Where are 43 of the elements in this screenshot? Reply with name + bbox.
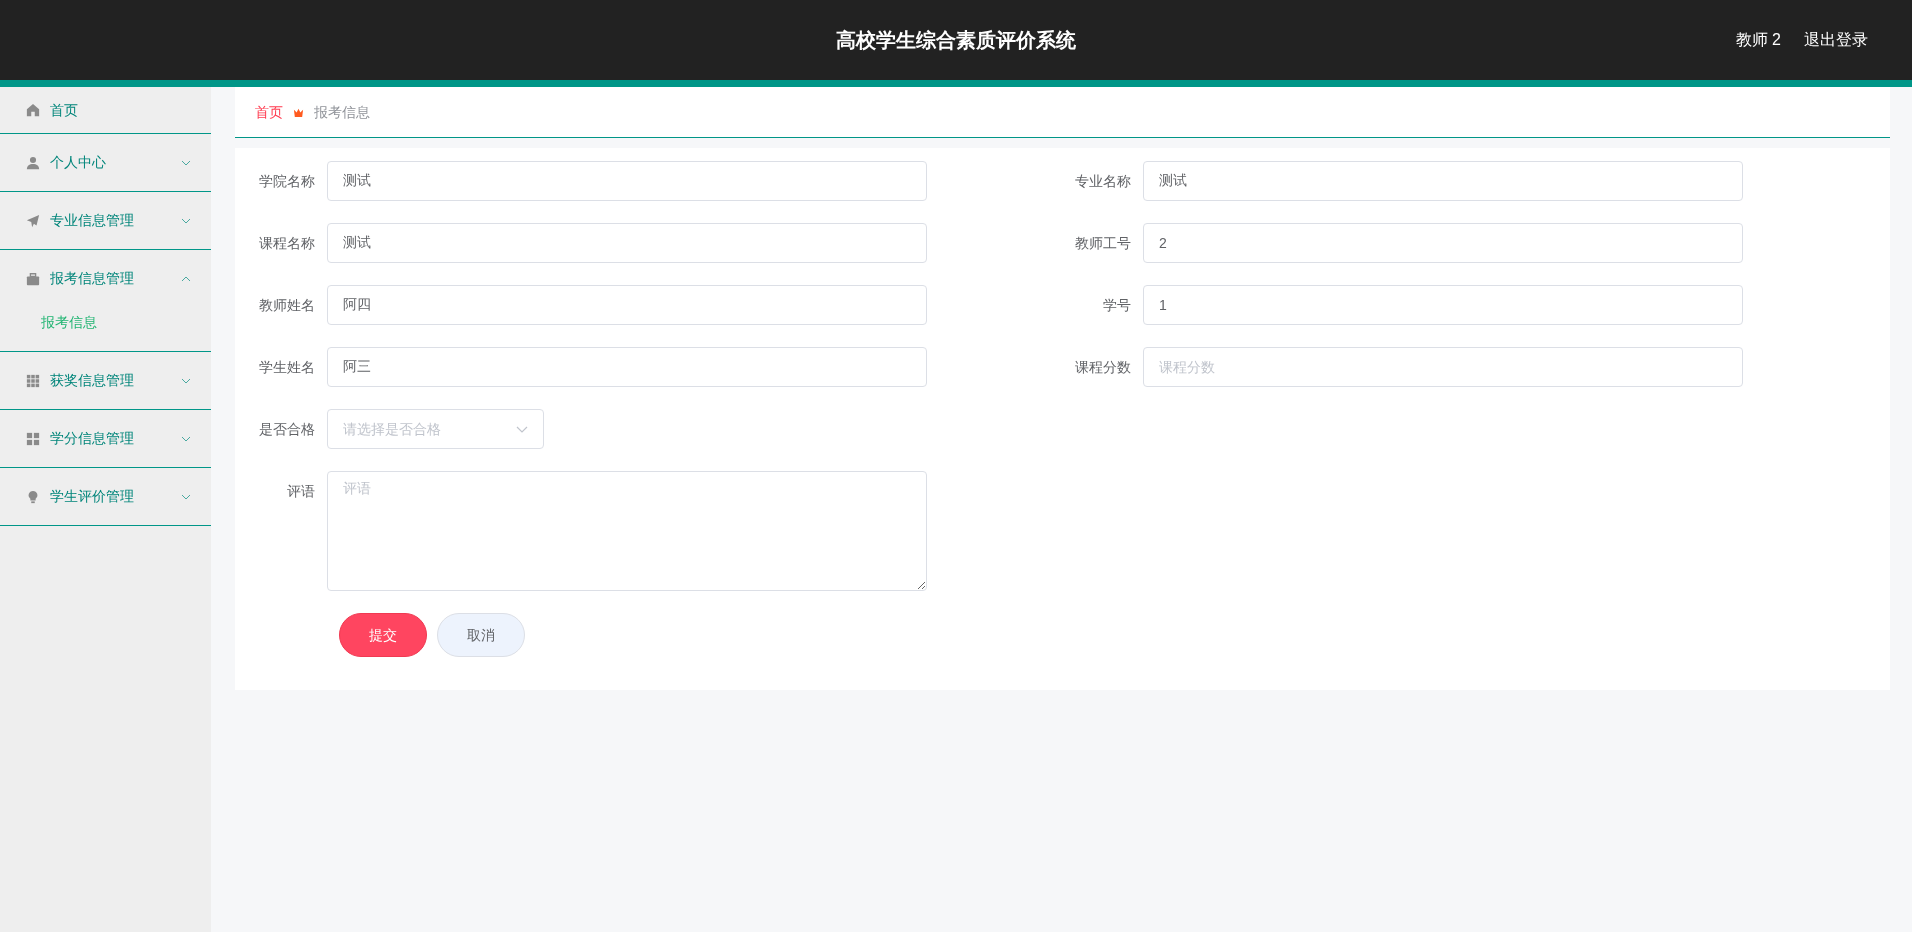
app-title: 高校学生综合素质评价系统	[836, 28, 1076, 53]
field-label: 学号	[1102, 296, 1132, 315]
home-icon	[26, 103, 40, 117]
sidebar-menu-item[interactable]: 学生评价管理	[0, 468, 211, 525]
sidebar-menu-item[interactable]: 学分信息管理	[0, 410, 211, 467]
crown-icon	[293, 106, 304, 118]
field-label: 是否合格	[258, 420, 316, 439]
sidebar-menu-item[interactable]: 报考信息管理	[0, 250, 211, 307]
grid-icon	[26, 373, 40, 388]
breadcrumb-link[interactable]: 首页	[255, 101, 283, 123]
input-field[interactable]: 2	[1143, 223, 1743, 263]
field-label: 评语	[286, 482, 316, 501]
field-label: 学院名称	[258, 172, 316, 191]
breadcrumb-current: 报考信息	[314, 102, 370, 122]
input-field[interactable]: 课程分数	[1143, 347, 1743, 387]
lightbulb-icon	[26, 489, 40, 504]
field-label: 教师姓名	[258, 296, 316, 315]
paper-plane-icon	[26, 213, 40, 228]
submit-button[interactable]: 提交	[339, 613, 427, 657]
field-label: 专业名称	[1074, 172, 1132, 191]
field-label: 课程分数	[1074, 358, 1132, 377]
field-label: 教师工号	[1074, 234, 1132, 253]
sidebar-menu-item[interactable]: 个人中心	[0, 134, 211, 191]
cancel-button[interactable]: 取消	[437, 613, 525, 657]
input-field[interactable]: 阿四	[327, 285, 927, 325]
input-field[interactable]: 测试	[327, 161, 927, 201]
sidebar-menu-item[interactable]: 获奖信息管理	[0, 352, 211, 409]
chevron-down-icon	[516, 425, 528, 433]
input-field[interactable]: 1	[1143, 285, 1743, 325]
sidebar-menu-item[interactable]: 专业信息管理	[0, 192, 211, 249]
user-name: 教师 2	[1735, 30, 1781, 50]
comment-textarea[interactable]: 评语	[327, 471, 927, 591]
input-field[interactable]: 阿三	[327, 347, 927, 387]
input-field[interactable]: 测试	[1143, 161, 1743, 201]
user-icon	[26, 155, 40, 170]
field-label: 学生姓名	[258, 358, 316, 377]
field-label: 课程名称	[258, 234, 316, 253]
logout-link[interactable]: 退出登录	[1804, 28, 1868, 52]
input-field[interactable]: 测试	[327, 223, 927, 263]
briefcase-icon	[26, 271, 40, 286]
sidebar-submenu-item[interactable]: 报考信息	[0, 307, 211, 337]
sidebar-menu-item[interactable]: 首页	[0, 87, 211, 133]
dashboard-icon	[26, 431, 40, 446]
